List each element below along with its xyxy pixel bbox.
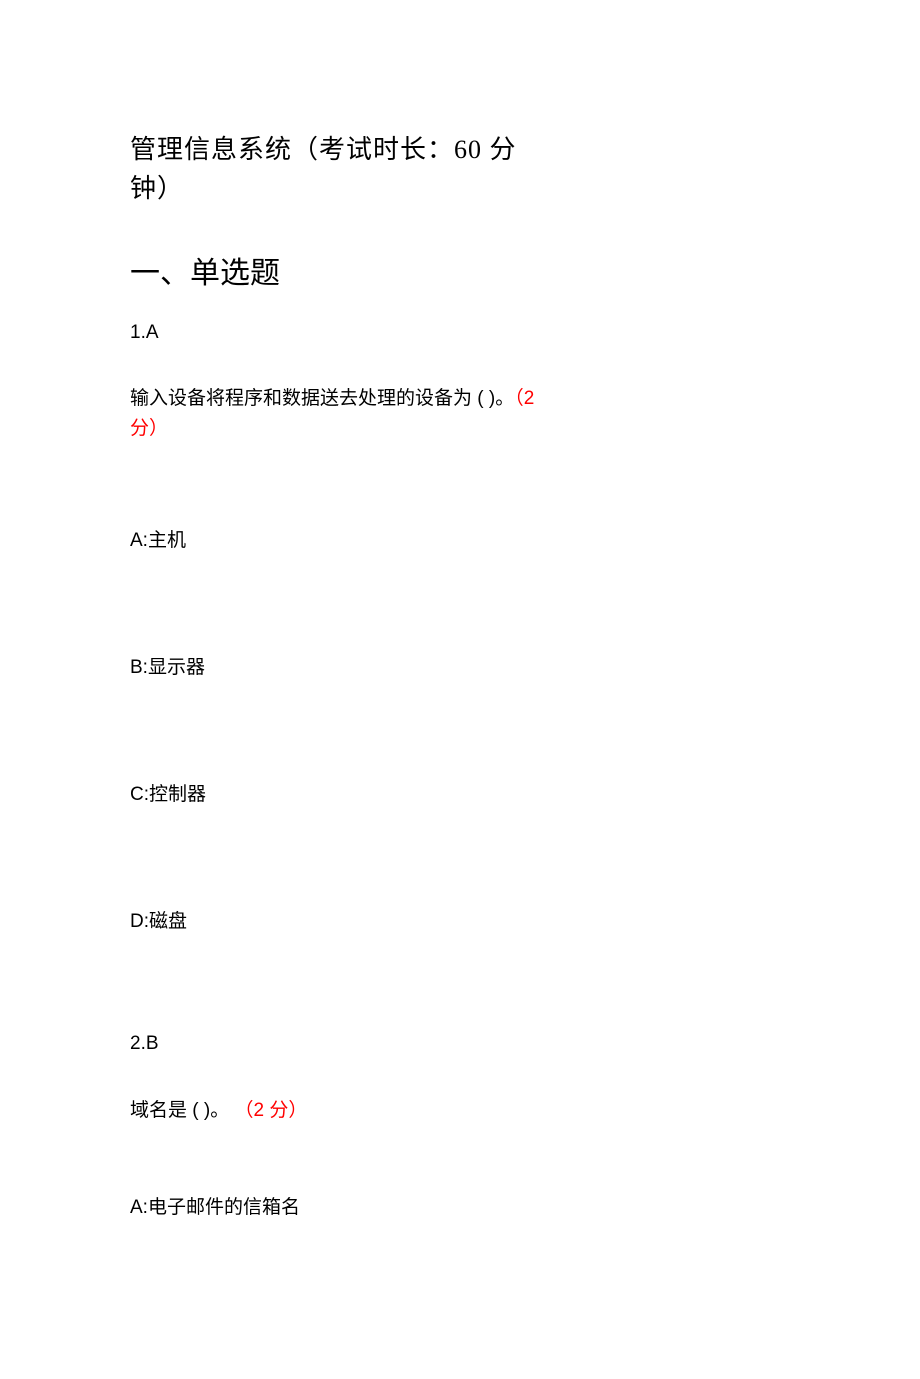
- q1-option-a: A:主机: [130, 525, 790, 552]
- q1-option-d: D:磁盘: [130, 906, 790, 933]
- q2-number: 2.B: [130, 1033, 790, 1055]
- q2-text-main: 域名是 ( )。: [130, 1100, 235, 1121]
- q1-text: 输入设备将程序和数据送去处理的设备为 ( )。（2 分）: [130, 384, 790, 445]
- title-line1: 管理信息系统（考试时长：60 分: [130, 135, 517, 164]
- q1-text-main: 输入设备将程序和数据送去处理的设备为 ( )。: [130, 388, 514, 409]
- title-line2: 钟）: [130, 174, 184, 203]
- exam-title: 管理信息系统（考试时长：60 分 钟）: [130, 130, 790, 208]
- q1-points-part1: （2: [514, 388, 534, 409]
- q1-option-c: C:控制器: [130, 779, 790, 806]
- section-heading: 一、单选题: [130, 248, 790, 292]
- q1-option-b: B:显示器: [130, 652, 790, 679]
- q1-points-part2: 分）: [130, 418, 168, 439]
- document-page: 管理信息系统（考试时长：60 分 钟） 一、单选题 1.A 输入设备将程序和数据…: [0, 0, 920, 1379]
- q1-number: 1.A: [130, 322, 790, 344]
- q2-points: （2 分）: [235, 1100, 308, 1121]
- q2-text: 域名是 ( )。 （2 分）: [130, 1095, 790, 1122]
- q2-option-a: A:电子邮件的信箱名: [130, 1192, 790, 1219]
